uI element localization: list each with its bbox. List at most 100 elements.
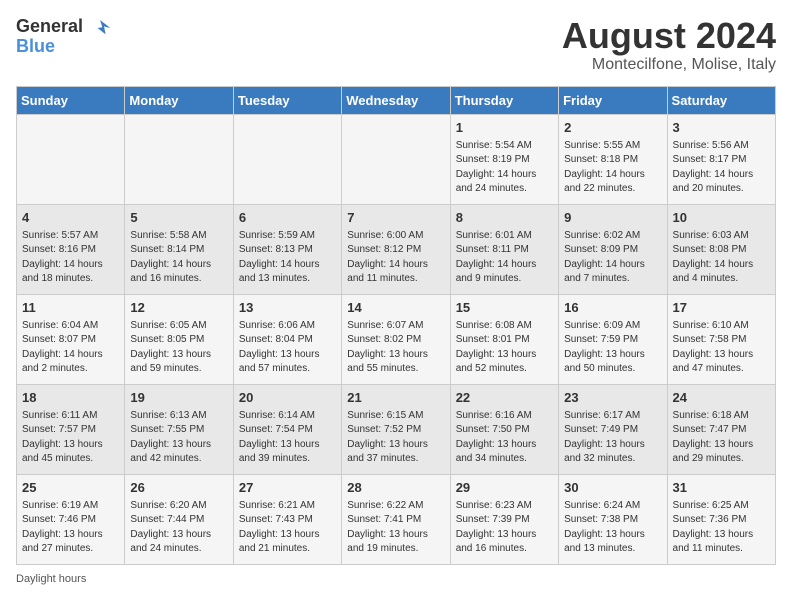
day-of-week-header: Monday [125, 86, 233, 114]
calendar-cell: 29 Sunrise: 6:23 AM Sunset: 7:39 PM Dayli… [450, 474, 558, 564]
calendar-cell: 10Sunrise: 6:03 AM Sunset: 8:08 PM Dayli… [667, 204, 775, 294]
day-info: Sunrise: 6:10 AM Sunset: 7:58 PM Dayligh… [673, 319, 770, 377]
calendar-cell: 27Sunrise: 6:21 AM Sunset: 7:43 PM Dayli… [233, 474, 341, 564]
calendar-week-row: 18 Sunrise: 6:11 AM Sunset: 7:57 PM Dayli… [17, 384, 776, 474]
day-number: 8 [456, 209, 553, 227]
day-info: Sunrise: 6:25 AM Sunset: 7:36 PM Dayligh… [673, 499, 770, 557]
day-number: 23 [564, 389, 661, 407]
day-number: 31 [673, 479, 770, 497]
calendar-cell: 3Sunrise: 5:56 AM Sunset: 8:17 PM Daylig… [667, 114, 775, 204]
day-of-week-header: Wednesday [342, 86, 450, 114]
day-of-week-header: Friday [559, 86, 667, 114]
day-number: 20 [239, 389, 336, 407]
day-info: Sunrise: 6:24 AM Sunset: 7:38 PM Dayligh… [564, 499, 661, 557]
day-of-week-header: Sunday [17, 86, 125, 114]
day-info: Sunrise: 6:05 AM Sunset: 8:05 PM Dayligh… [130, 319, 227, 377]
calendar-body: 1Sunrise: 5:54 AM Sunset: 8:19 PM Daylig… [17, 114, 776, 564]
day-info: Sunrise: 6:15 AM Sunset: 7:52 PM Dayligh… [347, 409, 444, 467]
calendar-cell: 19 Sunrise: 6:13 AM Sunset: 7:55 PM Dayli… [125, 384, 233, 474]
day-info: Sunrise: 6:18 AM Sunset: 7:47 PM Dayligh… [673, 409, 770, 467]
day-number: 25 [22, 479, 119, 497]
day-info: Sunrise: 6:17 AM Sunset: 7:49 PM Dayligh… [564, 409, 661, 467]
calendar-cell: 8 Sunrise: 6:01 AM Sunset: 8:11 PM Daylig… [450, 204, 558, 294]
day-info: Sunrise: 6:11 AM Sunset: 7:57 PM Dayligh… [22, 409, 119, 467]
day-info: Sunrise: 5:58 AM Sunset: 8:14 PM Dayligh… [130, 229, 227, 287]
day-of-week-header: Tuesday [233, 86, 341, 114]
day-number: 30 [564, 479, 661, 497]
day-info: Sunrise: 6:00 AM Sunset: 8:12 PM Dayligh… [347, 229, 444, 287]
day-info: Sunrise: 6:22 AM Sunset: 7:41 PM Dayligh… [347, 499, 444, 557]
day-of-week-header: Saturday [667, 86, 775, 114]
calendar-cell: 28 Sunrise: 6:22 AM Sunset: 7:41 PM Dayli… [342, 474, 450, 564]
calendar-cell [233, 114, 341, 204]
calendar-cell: 23 Sunrise: 6:17 AM Sunset: 7:49 PM Dayli… [559, 384, 667, 474]
calendar-cell: 14 Sunrise: 6:07 AM Sunset: 8:02 PM Dayli… [342, 294, 450, 384]
day-number: 13 [239, 299, 336, 317]
day-info: Sunrise: 5:56 AM Sunset: 8:17 PM Dayligh… [673, 139, 770, 197]
day-info: Sunrise: 6:19 AM Sunset: 7:46 PM Dayligh… [22, 499, 119, 557]
day-info: Sunrise: 5:57 AM Sunset: 8:16 PM Dayligh… [22, 229, 119, 287]
footer-note: Daylight hours [16, 573, 776, 585]
day-info: Sunrise: 6:09 AM Sunset: 7:59 PM Dayligh… [564, 319, 661, 377]
calendar-cell: 22 Sunrise: 6:16 AM Sunset: 7:50 PM Dayli… [450, 384, 558, 474]
calendar-cell: 30 Sunrise: 6:24 AM Sunset: 7:38 PM Dayli… [559, 474, 667, 564]
calendar-cell: 2 Sunrise: 5:55 AM Sunset: 8:18 PM Daylig… [559, 114, 667, 204]
calendar-cell: 25 Sunrise: 6:19 AM Sunset: 7:46 PM Dayli… [17, 474, 125, 564]
day-info: Sunrise: 6:04 AM Sunset: 8:07 PM Dayligh… [22, 319, 119, 377]
day-number: 29 [456, 479, 553, 497]
day-info: Sunrise: 6:07 AM Sunset: 8:02 PM Dayligh… [347, 319, 444, 377]
day-number: 11 [22, 299, 119, 317]
day-number: 15 [456, 299, 553, 317]
day-of-week-header: Thursday [450, 86, 558, 114]
day-info: Sunrise: 6:23 AM Sunset: 7:39 PM Dayligh… [456, 499, 553, 557]
day-number: 26 [130, 479, 227, 497]
calendar-cell: 21 Sunrise: 6:15 AM Sunset: 7:52 PM Dayli… [342, 384, 450, 474]
calendar-cell: 4 Sunrise: 5:57 AM Sunset: 8:16 PM Daylig… [17, 204, 125, 294]
calendar-cell: 7Sunrise: 6:00 AM Sunset: 8:12 PM Daylig… [342, 204, 450, 294]
calendar-cell: 5 Sunrise: 5:58 AM Sunset: 8:14 PM Daylig… [125, 204, 233, 294]
calendar-cell [342, 114, 450, 204]
logo-bird-icon [88, 16, 112, 40]
day-info: Sunrise: 6:02 AM Sunset: 8:09 PM Dayligh… [564, 229, 661, 287]
calendar-cell: 26 Sunrise: 6:20 AM Sunset: 7:44 PM Dayli… [125, 474, 233, 564]
calendar-cell: 6Sunrise: 5:59 AM Sunset: 8:13 PM Daylig… [233, 204, 341, 294]
day-info: Sunrise: 5:55 AM Sunset: 8:18 PM Dayligh… [564, 139, 661, 197]
calendar-cell: 13Sunrise: 6:06 AM Sunset: 8:04 PM Dayli… [233, 294, 341, 384]
calendar-cell [125, 114, 233, 204]
day-info: Sunrise: 6:20 AM Sunset: 7:44 PM Dayligh… [130, 499, 227, 557]
day-info: Sunrise: 5:59 AM Sunset: 8:13 PM Dayligh… [239, 229, 336, 287]
calendar-week-row: 4 Sunrise: 5:57 AM Sunset: 8:16 PM Daylig… [17, 204, 776, 294]
day-number: 4 [22, 209, 119, 227]
calendar-table: SundayMondayTuesdayWednesdayThursdayFrid… [16, 86, 776, 565]
calendar-week-row: 1Sunrise: 5:54 AM Sunset: 8:19 PM Daylig… [17, 114, 776, 204]
day-info: Sunrise: 6:16 AM Sunset: 7:50 PM Dayligh… [456, 409, 553, 467]
day-number: 18 [22, 389, 119, 407]
day-info: Sunrise: 6:13 AM Sunset: 7:55 PM Dayligh… [130, 409, 227, 467]
page-title: August 2024 [562, 16, 776, 56]
days-of-week-row: SundayMondayTuesdayWednesdayThursdayFrid… [17, 86, 776, 114]
calendar-cell: 9 Sunrise: 6:02 AM Sunset: 8:09 PM Daylig… [559, 204, 667, 294]
calendar-cell: 31 Sunrise: 6:25 AM Sunset: 7:36 PM Dayli… [667, 474, 775, 564]
logo: General Blue [16, 16, 112, 57]
calendar-week-row: 25 Sunrise: 6:19 AM Sunset: 7:46 PM Dayli… [17, 474, 776, 564]
calendar-cell: 24Sunrise: 6:18 AM Sunset: 7:47 PM Dayli… [667, 384, 775, 474]
day-info: Sunrise: 6:21 AM Sunset: 7:43 PM Dayligh… [239, 499, 336, 557]
day-info: Sunrise: 6:08 AM Sunset: 8:01 PM Dayligh… [456, 319, 553, 377]
day-number: 21 [347, 389, 444, 407]
day-number: 12 [130, 299, 227, 317]
calendar-cell: 1Sunrise: 5:54 AM Sunset: 8:19 PM Daylig… [450, 114, 558, 204]
day-number: 16 [564, 299, 661, 317]
calendar-cell [17, 114, 125, 204]
day-info: Sunrise: 6:03 AM Sunset: 8:08 PM Dayligh… [673, 229, 770, 287]
day-number: 22 [456, 389, 553, 407]
day-number: 14 [347, 299, 444, 317]
day-number: 1 [456, 119, 553, 137]
day-number: 5 [130, 209, 227, 227]
calendar-header: SundayMondayTuesdayWednesdayThursdayFrid… [17, 86, 776, 114]
day-number: 17 [673, 299, 770, 317]
day-number: 2 [564, 119, 661, 137]
day-number: 28 [347, 479, 444, 497]
day-number: 9 [564, 209, 661, 227]
day-info: Sunrise: 6:01 AM Sunset: 8:11 PM Dayligh… [456, 229, 553, 287]
day-number: 19 [130, 389, 227, 407]
